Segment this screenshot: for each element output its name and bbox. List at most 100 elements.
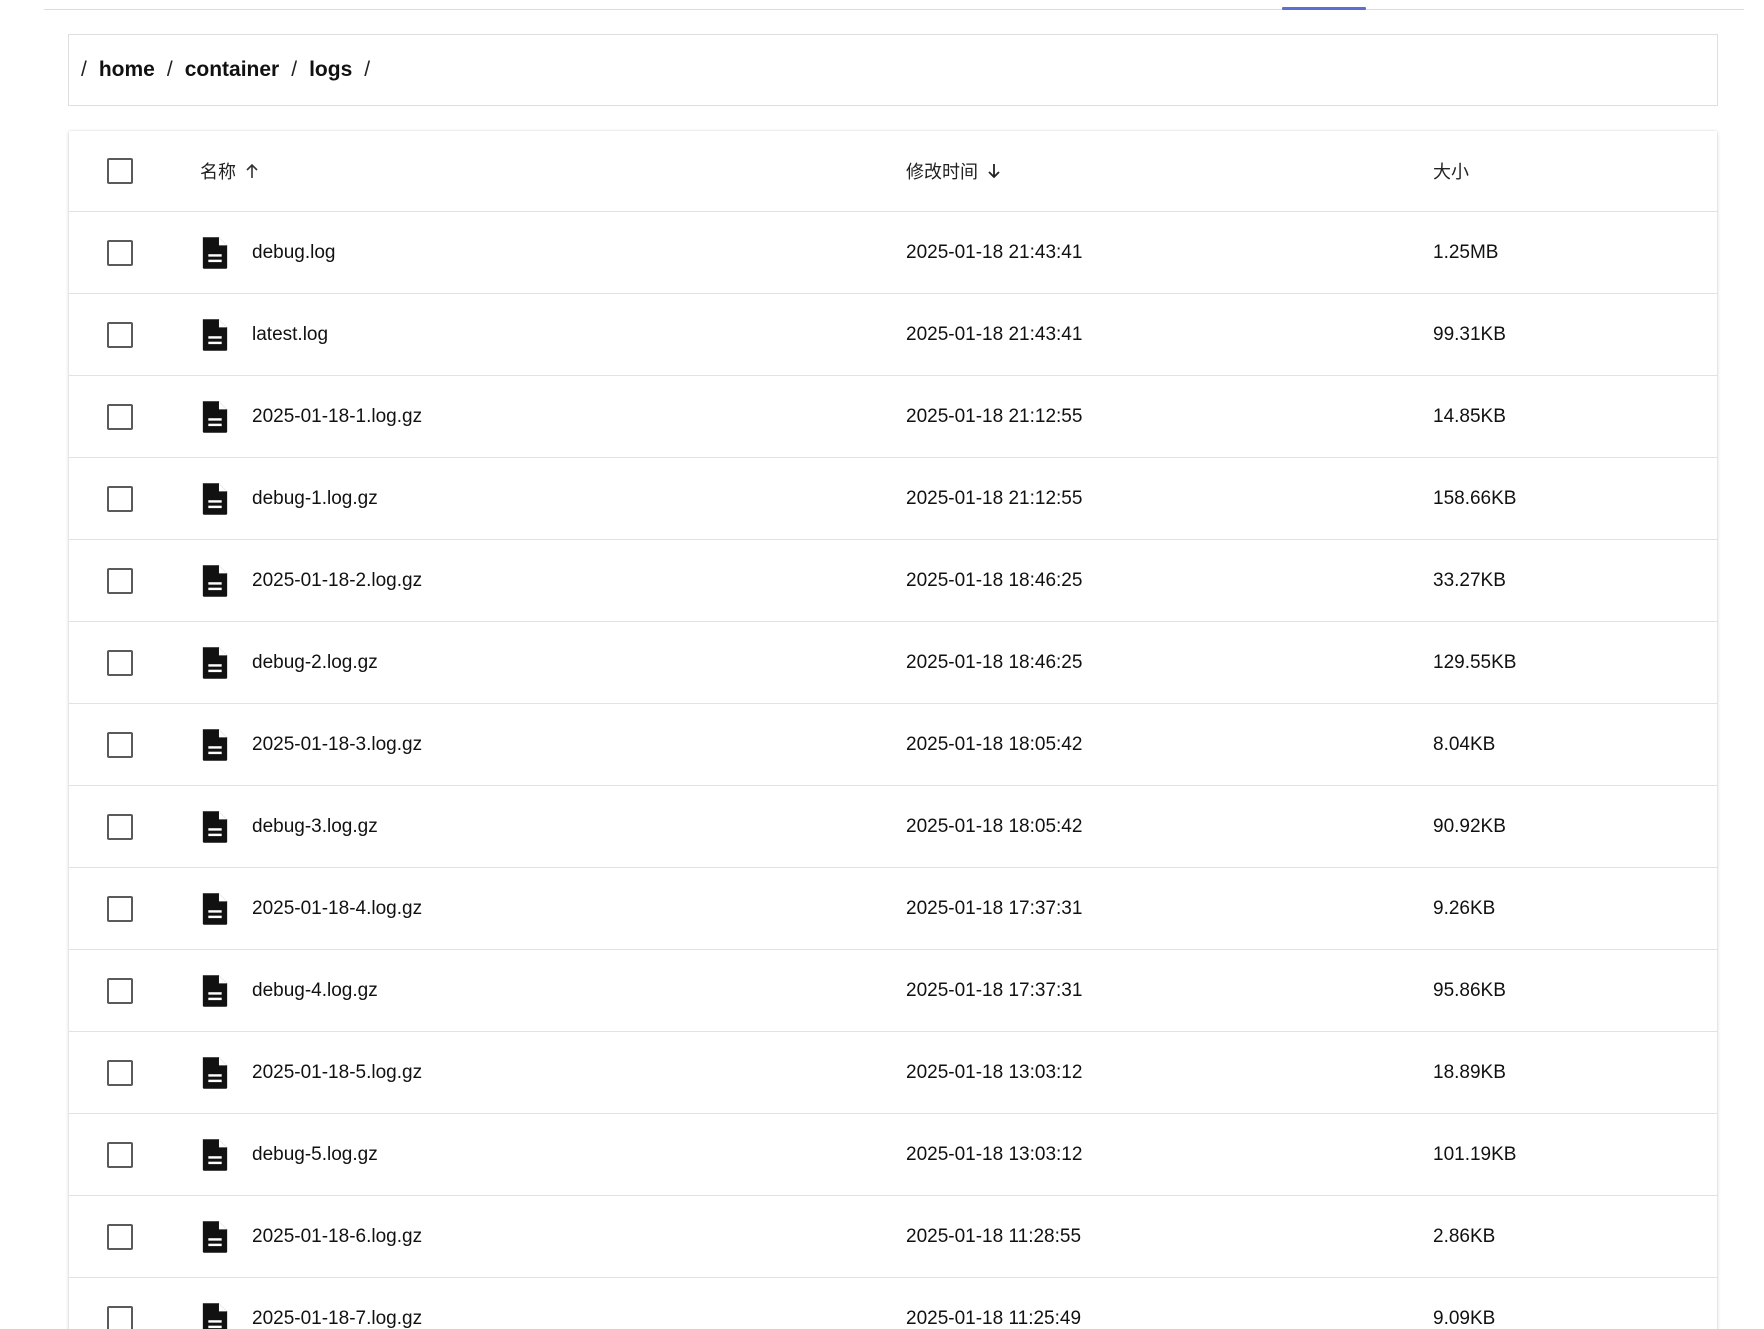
file-name-cell[interactable]: debug-3.log.gz [200, 786, 800, 867]
top-divider [44, 9, 1744, 10]
row-checkbox[interactable] [107, 1305, 133, 1329]
file-size: 158.66KB [1433, 487, 1517, 509]
table-row[interactable]: debug-5.log.gz 2025-01-18 13:03:12 101.1… [69, 1114, 1717, 1196]
row-checkbox[interactable] [107, 403, 133, 430]
table-row[interactable]: debug.log 2025-01-18 21:43:41 1.25MB [69, 212, 1717, 294]
table-row[interactable]: debug-4.log.gz 2025-01-18 17:37:31 95.86… [69, 950, 1717, 1032]
file-table: 名称 修改时间 大小 debug.log 2025-01-18 21:43:41… [69, 131, 1717, 1329]
table-row[interactable]: debug-1.log.gz 2025-01-18 21:12:55 158.6… [69, 458, 1717, 540]
file-size: 9.26KB [1433, 897, 1496, 919]
column-header-size-label: 大小 [1433, 162, 1469, 182]
file-name: 2025-01-18-6.log.gz [252, 1225, 423, 1247]
column-header-modified[interactable]: 修改时间 [906, 131, 1306, 211]
file-text-icon [200, 1138, 230, 1172]
file-text-icon [200, 646, 230, 680]
row-checkbox-cell [107, 704, 147, 785]
file-size: 9.09KB [1433, 1307, 1496, 1329]
modified-time-cell: 2025-01-18 13:03:12 [906, 1114, 1306, 1195]
select-all-checkbox[interactable] [107, 158, 133, 184]
modified-time-cell: 2025-01-18 21:12:55 [906, 458, 1306, 539]
table-row[interactable]: 2025-01-18-7.log.gz 2025-01-18 11:25:49 … [69, 1278, 1717, 1329]
column-header-size[interactable]: 大小 [1433, 131, 1683, 211]
file-name-cell[interactable]: 2025-01-18-3.log.gz [200, 704, 800, 785]
file-text-icon [200, 892, 230, 926]
file-name-cell[interactable]: debug-5.log.gz [200, 1114, 800, 1195]
breadcrumb-item-logs[interactable]: logs [309, 58, 352, 82]
file-text-icon [200, 974, 230, 1008]
breadcrumb-item-container[interactable]: container [185, 58, 280, 82]
row-checkbox[interactable] [107, 731, 133, 758]
modified-time: 2025-01-18 21:43:41 [906, 323, 1083, 345]
table-row[interactable]: 2025-01-18-4.log.gz 2025-01-18 17:37:31 … [69, 868, 1717, 950]
modified-time: 2025-01-18 18:46:25 [906, 569, 1083, 591]
file-size-cell: 9.26KB [1433, 868, 1683, 949]
row-checkbox-cell [107, 376, 147, 457]
file-text-icon [200, 318, 230, 352]
row-checkbox[interactable] [107, 321, 133, 348]
file-text-icon [200, 1220, 230, 1254]
file-size: 33.27KB [1433, 569, 1506, 591]
modified-time: 2025-01-18 17:37:31 [906, 979, 1083, 1001]
row-checkbox[interactable] [107, 649, 133, 676]
row-checkbox[interactable] [107, 977, 133, 1004]
file-name-cell[interactable]: debug-2.log.gz [200, 622, 800, 703]
column-header-modified-label: 修改时间 [906, 162, 978, 182]
file-name-cell[interactable]: debug.log [200, 212, 800, 293]
file-name: 2025-01-18-7.log.gz [252, 1307, 423, 1329]
row-checkbox[interactable] [107, 1059, 133, 1086]
table-row[interactable]: 2025-01-18-1.log.gz 2025-01-18 21:12:55 … [69, 376, 1717, 458]
file-name-cell[interactable]: 2025-01-18-2.log.gz [200, 540, 800, 621]
row-checkbox[interactable] [107, 1223, 133, 1250]
row-checkbox-cell [107, 294, 147, 375]
modified-time: 2025-01-18 11:25:49 [906, 1307, 1082, 1329]
file-name: 2025-01-18-5.log.gz [252, 1061, 423, 1083]
file-name-cell[interactable]: latest.log [200, 294, 800, 375]
file-name: debug-1.log.gz [252, 487, 378, 509]
row-checkbox[interactable] [107, 485, 133, 512]
breadcrumb-separator: / [81, 58, 87, 81]
file-size: 129.55KB [1433, 651, 1517, 673]
file-text-icon [200, 1302, 230, 1329]
row-checkbox[interactable] [107, 239, 133, 266]
breadcrumb-item-home[interactable]: home [99, 58, 155, 82]
table-row[interactable]: latest.log 2025-01-18 21:43:41 99.31KB [69, 294, 1717, 376]
row-checkbox-cell [107, 786, 147, 867]
modified-time: 2025-01-18 21:12:55 [906, 405, 1083, 427]
file-name-cell[interactable]: 2025-01-18-4.log.gz [200, 868, 800, 949]
breadcrumb-separator: / [364, 58, 371, 81]
file-name-cell[interactable]: 2025-01-18-5.log.gz [200, 1032, 800, 1113]
table-row[interactable]: 2025-01-18-3.log.gz 2025-01-18 18:05:42 … [69, 704, 1717, 786]
file-name: debug-5.log.gz [252, 1143, 378, 1165]
file-name-cell[interactable]: debug-1.log.gz [200, 458, 800, 539]
table-row[interactable]: 2025-01-18-2.log.gz 2025-01-18 18:46:25 … [69, 540, 1717, 622]
modified-time-cell: 2025-01-18 21:43:41 [906, 212, 1306, 293]
row-checkbox[interactable] [107, 895, 133, 922]
row-checkbox-cell [107, 622, 147, 703]
modified-time-cell: 2025-01-18 11:28:55 [906, 1196, 1306, 1277]
file-size-cell: 158.66KB [1433, 458, 1683, 539]
breadcrumb-separator: / [166, 58, 173, 81]
modified-time-cell: 2025-01-18 21:12:55 [906, 376, 1306, 457]
file-name-cell[interactable]: 2025-01-18-1.log.gz [200, 376, 800, 457]
modified-time-cell: 2025-01-18 18:05:42 [906, 786, 1306, 867]
table-row[interactable]: 2025-01-18-5.log.gz 2025-01-18 13:03:12 … [69, 1032, 1717, 1114]
file-name: latest.log [252, 323, 329, 345]
file-browser-page: / home / container / logs / 名称 修改时间 大小 d… [0, 0, 1764, 1329]
table-header: 名称 修改时间 大小 [69, 131, 1717, 212]
column-header-name[interactable]: 名称 [200, 131, 800, 211]
file-name-cell[interactable]: debug-4.log.gz [200, 950, 800, 1031]
file-name: debug-4.log.gz [252, 979, 378, 1001]
file-size: 18.89KB [1433, 1061, 1506, 1083]
file-name: 2025-01-18-4.log.gz [252, 897, 423, 919]
file-name-cell[interactable]: 2025-01-18-7.log.gz [200, 1278, 800, 1329]
row-checkbox-cell [107, 868, 147, 949]
table-row[interactable]: debug-2.log.gz 2025-01-18 18:46:25 129.5… [69, 622, 1717, 704]
row-checkbox[interactable] [107, 567, 133, 594]
table-row[interactable]: 2025-01-18-6.log.gz 2025-01-18 11:28:55 … [69, 1196, 1717, 1278]
file-name-cell[interactable]: 2025-01-18-6.log.gz [200, 1196, 800, 1277]
table-row[interactable]: debug-3.log.gz 2025-01-18 18:05:42 90.92… [69, 786, 1717, 868]
row-checkbox[interactable] [107, 813, 133, 840]
file-size-cell: 9.09KB [1433, 1278, 1683, 1329]
file-name: 2025-01-18-1.log.gz [252, 405, 423, 427]
row-checkbox[interactable] [107, 1141, 133, 1168]
